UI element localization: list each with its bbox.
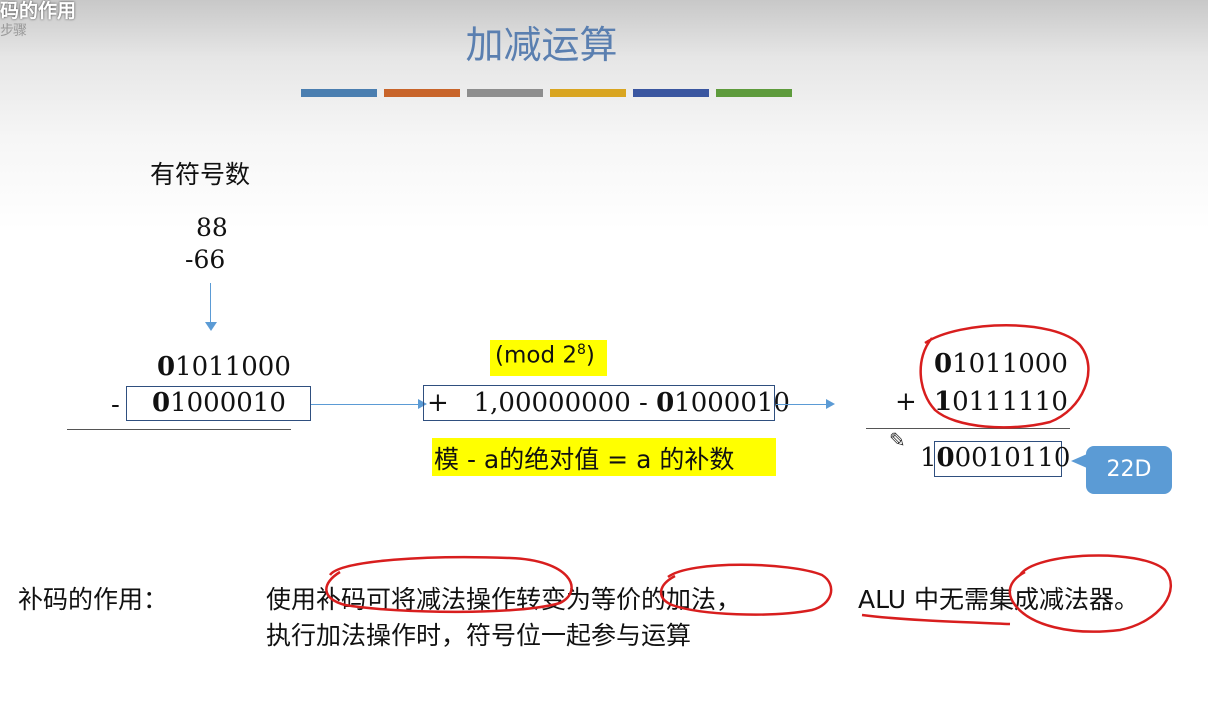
ink-circle-operands bbox=[919, 324, 1090, 429]
ink-circle-subtractor bbox=[1008, 554, 1172, 633]
ink-circle-addition bbox=[659, 563, 833, 616]
ink-underline-alu bbox=[861, 613, 1011, 626]
ink-circle-complement bbox=[325, 555, 573, 614]
ink-annotations bbox=[325, 324, 1172, 633]
